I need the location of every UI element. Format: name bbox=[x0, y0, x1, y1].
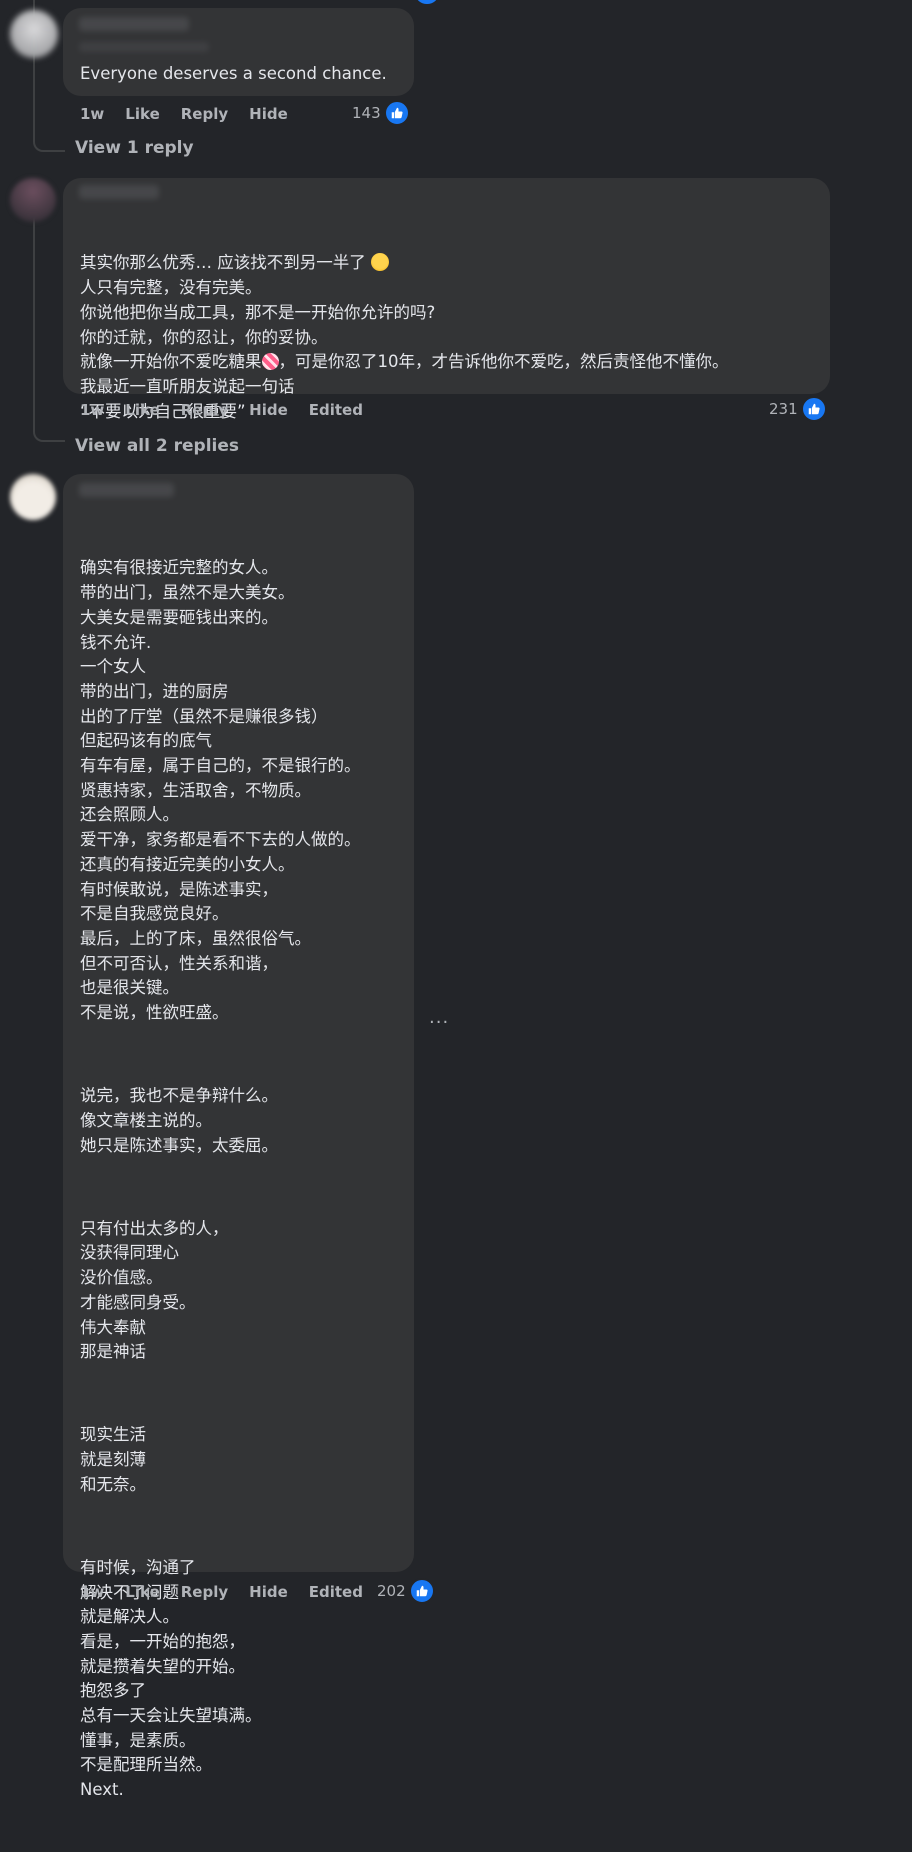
author-name[interactable] bbox=[79, 483, 174, 497]
edited-label[interactable]: Edited bbox=[309, 401, 363, 419]
candy-emoji-icon bbox=[261, 353, 279, 371]
avatar[interactable] bbox=[10, 178, 56, 222]
reaction-count[interactable]: 202 bbox=[377, 1578, 435, 1604]
timestamp[interactable]: 1w bbox=[80, 1583, 104, 1601]
avatar[interactable] bbox=[10, 474, 56, 520]
like-button[interactable]: Like bbox=[125, 1583, 159, 1601]
reply-button[interactable]: Reply bbox=[181, 105, 228, 123]
comment-text: 确实有很接近完整的女人。 带的出门，虽然不是大美女。 大美女是需要砸钱出来的。 … bbox=[80, 507, 361, 1852]
edited-label[interactable]: Edited bbox=[309, 1583, 363, 1601]
timestamp[interactable]: 1w bbox=[80, 105, 104, 123]
view-replies-link[interactable]: View all 2 replies bbox=[75, 436, 239, 456]
comment-text: 其实你那么优秀… 应该找不到另一半了 人只有完整，没有完美。 你说他把你当成工具，… bbox=[80, 253, 729, 421]
author-name[interactable] bbox=[79, 185, 159, 199]
comment-paragraph: 说完，我也不是争辩什么。 像文章楼主说的。 她只是陈述事实，太委屈。 bbox=[80, 1086, 278, 1155]
comment-actions: 1w Like Reply Hide Edited bbox=[80, 1582, 384, 1602]
comment-paragraph: 现实生活 就是刻薄 和无奈。 bbox=[80, 1425, 146, 1494]
comment-text: Everyone deserves a second chance. bbox=[80, 64, 387, 83]
thread-connector bbox=[33, 128, 65, 152]
reaction-badge-partial bbox=[416, 0, 438, 4]
author-subtitle bbox=[79, 42, 209, 52]
comment-actions: 1w Like Reply Hide bbox=[80, 104, 309, 124]
author-name[interactable] bbox=[79, 17, 189, 31]
laughing-emoji-icon bbox=[371, 253, 389, 272]
reaction-count[interactable]: 231 bbox=[769, 396, 827, 422]
thread-connector bbox=[33, 418, 65, 442]
thumbs-up-icon bbox=[408, 1578, 435, 1604]
view-replies-link[interactable]: View 1 reply bbox=[75, 138, 194, 158]
thread-line bbox=[33, 200, 35, 418]
like-button[interactable]: Like bbox=[125, 105, 159, 123]
avatar[interactable] bbox=[10, 10, 58, 58]
comment-bubble: 其实你那么优秀… 应该找不到另一半了 人只有完整，没有完美。 你说他把你当成工具，… bbox=[63, 178, 830, 421]
hide-button[interactable]: Hide bbox=[249, 105, 288, 123]
comment-bubble: 确实有很接近完整的女人。 带的出门，虽然不是大美女。 大美女是需要砸钱出来的。 … bbox=[63, 474, 414, 1799]
comment-actions: 1w Like Reply Hide Edited bbox=[80, 400, 384, 420]
thumbs-up-icon bbox=[383, 100, 410, 126]
reply-button[interactable]: Reply bbox=[181, 401, 228, 419]
more-options-icon[interactable]: ··· bbox=[429, 1012, 449, 1033]
timestamp[interactable]: 1w bbox=[80, 401, 104, 419]
comment-paragraph: 只有付出太多的人， 没获得同理心 没价值感。 才能感同身受。 伟大奉献 那是神话 bbox=[80, 1218, 229, 1362]
thumbs-up-icon bbox=[800, 396, 827, 422]
comment-bubble: Everyone deserves a second chance. bbox=[63, 8, 414, 96]
hide-button[interactable]: Hide bbox=[249, 401, 288, 419]
like-button[interactable]: Like bbox=[125, 401, 159, 419]
reply-button[interactable]: Reply bbox=[181, 1583, 228, 1601]
reaction-count[interactable]: 143 bbox=[352, 100, 410, 126]
hide-button[interactable]: Hide bbox=[249, 1583, 288, 1601]
comment-paragraph: 确实有很接近完整的女人。 带的出门，虽然不是大美女。 大美女是需要砸钱出来的。 … bbox=[80, 558, 361, 1023]
